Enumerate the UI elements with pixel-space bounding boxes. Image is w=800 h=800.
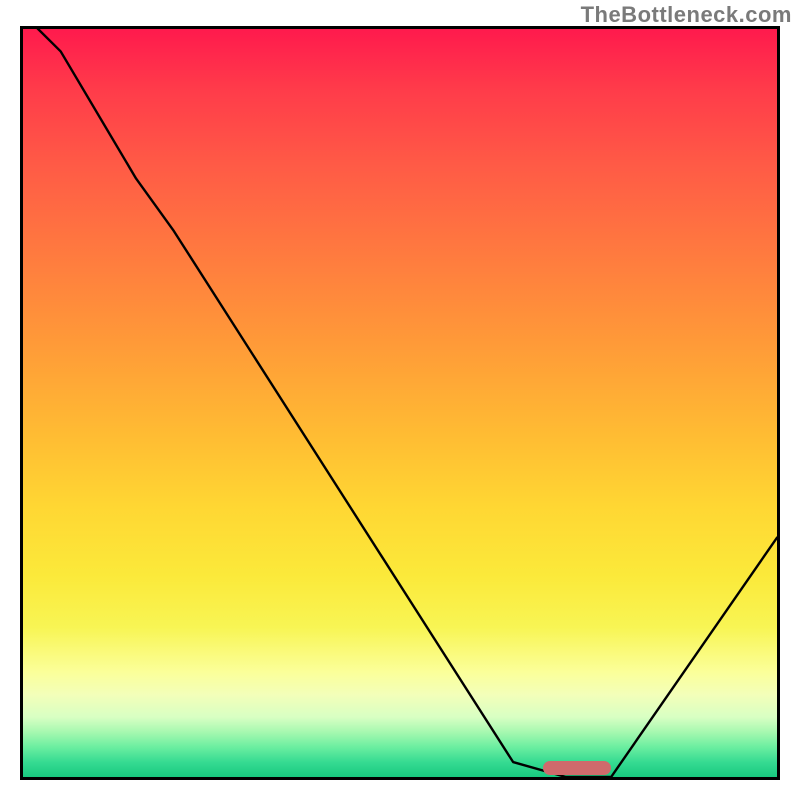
optimal-range-marker	[543, 761, 611, 775]
bottleneck-curve	[23, 29, 777, 777]
watermark-text: TheBottleneck.com	[581, 2, 792, 28]
chart-container: TheBottleneck.com	[0, 0, 800, 800]
plot-area	[20, 26, 780, 780]
